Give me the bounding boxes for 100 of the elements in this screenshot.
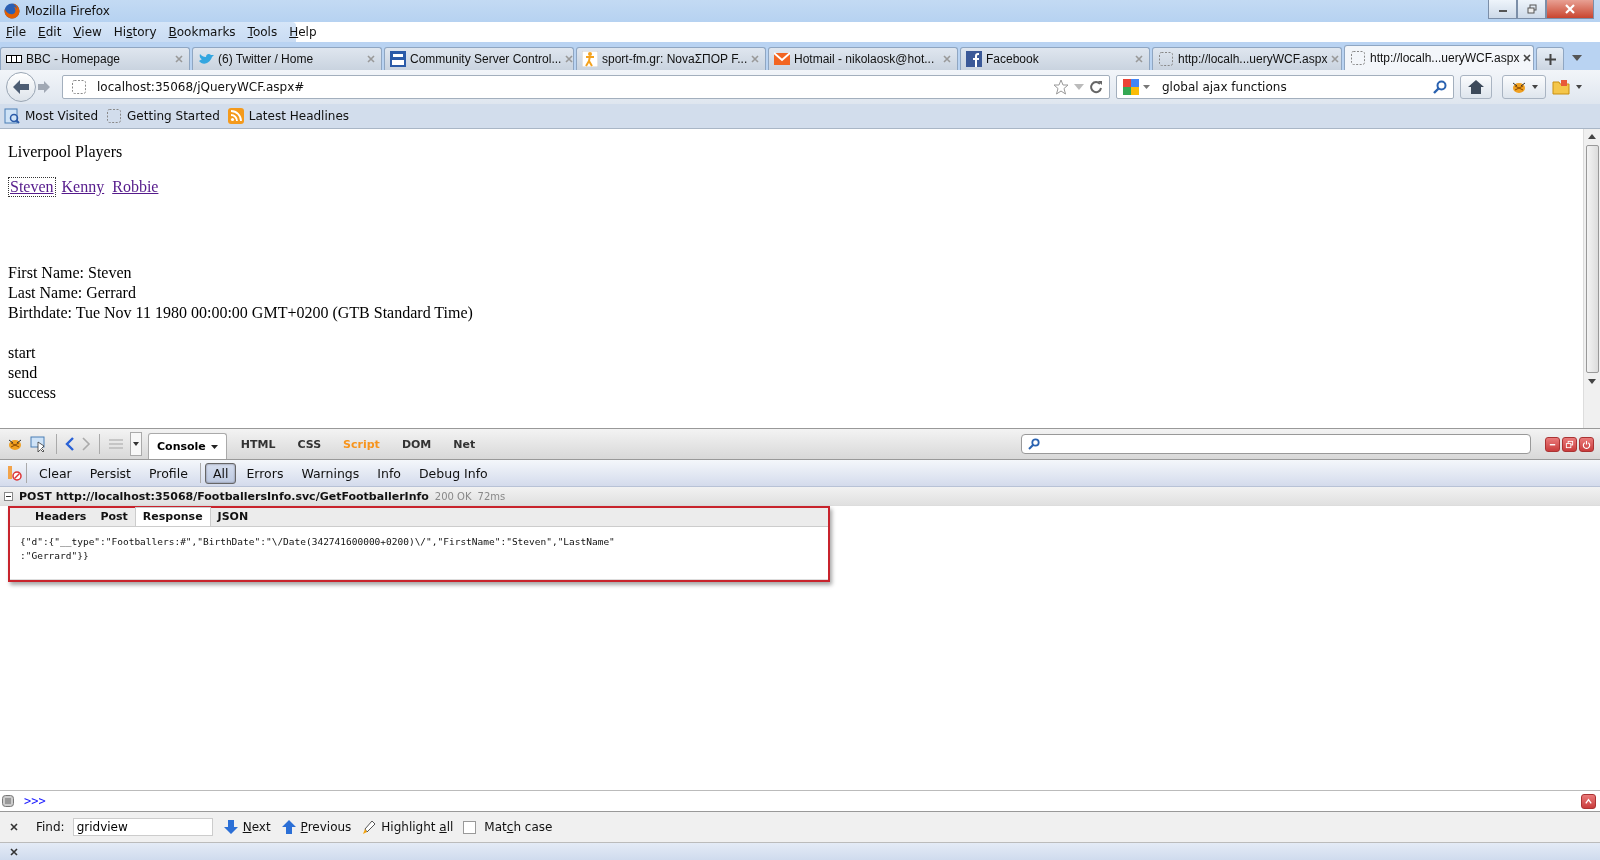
expand-toggle[interactable] xyxy=(4,491,13,501)
star-icon xyxy=(1053,79,1069,95)
list-icon xyxy=(108,438,124,450)
feed-icon xyxy=(227,108,244,124)
close-find-button[interactable] xyxy=(8,823,20,831)
tab-title: http://localh...ueryWCF.aspx xyxy=(1370,51,1520,65)
player-link[interactable]: Robbie xyxy=(110,177,161,197)
console-action[interactable]: Clear xyxy=(31,462,80,484)
tab-title: BBC - Homepage xyxy=(26,52,122,66)
console-action[interactable]: Persist xyxy=(81,462,140,484)
dropdown-arrow-icon xyxy=(1143,85,1150,89)
bookmark-item[interactable]: Latest Headlines xyxy=(227,108,351,124)
firefox-logo-icon xyxy=(4,3,20,19)
menu-item[interactable]: Bookmarks xyxy=(162,25,242,39)
player-link[interactable]: Kenny xyxy=(59,177,107,197)
runner-icon xyxy=(582,51,598,67)
dropdown-arrow-icon xyxy=(1532,85,1538,89)
filter-tab[interactable]: All xyxy=(204,462,237,484)
response-tab[interactable]: Headers xyxy=(28,508,94,526)
detail-text: Birthdate: Tue Nov 11 1980 00:00:00 GMT+0200 (GTB Standard Time) xyxy=(8,303,474,323)
menu-item[interactable]: History xyxy=(107,25,163,39)
address-bar[interactable]: localhost:35068/jQueryWCF.aspx# xyxy=(62,75,1110,99)
search-bar[interactable]: global ajax functions xyxy=(1116,75,1454,99)
forward-chevron-icon xyxy=(81,437,91,451)
bookmark-item[interactable]: Most Visited xyxy=(4,108,101,124)
page-heading: Liverpool Players xyxy=(8,143,124,161)
google-logo-icon xyxy=(1123,79,1139,95)
bug-icon xyxy=(6,437,24,451)
find-field[interactable]: gridview xyxy=(72,818,213,836)
browser-tab[interactable]: Hotmail - nikolaosk@hot... xyxy=(768,47,958,70)
close-button[interactable] xyxy=(1579,436,1594,452)
response-tab[interactable]: Post xyxy=(93,508,135,526)
expand-editor-button[interactable] xyxy=(1581,793,1596,809)
vertical-scrollbar[interactable] xyxy=(1583,129,1600,428)
up-arrow-icon xyxy=(280,819,297,835)
home-button[interactable] xyxy=(1460,75,1492,99)
dropdown-arrow-icon xyxy=(133,442,139,446)
response-tab[interactable]: JSON xyxy=(210,508,256,526)
response-body: {"d":{"__type":"Footballers:#","BirthDate":"\/Date(342741600000+0200)\/","FirstName":"Steven","LastName" :"Gerrard"}} xyxy=(10,527,828,580)
scrollbar-thumb[interactable] xyxy=(1585,145,1599,373)
player-link[interactable]: Steven xyxy=(8,177,56,197)
menu-item[interactable]: Help xyxy=(283,25,323,39)
browser-tab[interactable]: http://localh...ueryWCF.aspx xyxy=(1344,45,1534,70)
browser-tab[interactable]: Facebook xyxy=(960,47,1150,70)
close-addon-bar-button[interactable] xyxy=(8,847,20,856)
minimize-button[interactable] xyxy=(1488,0,1517,19)
request-url: POST http://localhost:35068/FootballersInfo.svc/GetFootballerInfo xyxy=(19,489,429,503)
menu-item[interactable]: View xyxy=(67,25,108,39)
tab-title: (6) Twitter / Home xyxy=(218,52,315,66)
browser-tab[interactable]: Community Server Control... xyxy=(384,47,574,70)
search-field[interactable] xyxy=(1021,434,1531,454)
blank-page-icon xyxy=(106,108,123,124)
match-case-checkbox[interactable]: Match case xyxy=(463,820,553,834)
bird-icon xyxy=(198,51,214,67)
panel-tab[interactable]: DOM xyxy=(393,429,440,459)
detach-button[interactable] xyxy=(1562,436,1577,452)
close-icon xyxy=(1135,55,1143,63)
filter-tab[interactable]: Info xyxy=(369,462,409,484)
close-button[interactable] xyxy=(1546,0,1594,19)
browser-tab[interactable]: (6) Twitter / Home xyxy=(192,47,382,70)
panel-tab[interactable]: Console xyxy=(148,433,227,459)
close-icon xyxy=(1331,55,1340,63)
console-action[interactable]: Profile xyxy=(141,462,196,484)
highlighter-icon xyxy=(361,819,378,835)
filter-tab[interactable]: Debug Info xyxy=(410,462,496,484)
close-icon xyxy=(1565,4,1575,14)
new-tab-button[interactable] xyxy=(1536,47,1564,70)
panel-tab[interactable]: HTML xyxy=(232,429,284,459)
response-tab[interactable]: Response xyxy=(134,507,211,526)
browser-tab[interactable]: BBC - Homepage xyxy=(0,47,190,70)
close-icon xyxy=(751,55,760,63)
filter-tab[interactable]: Warnings xyxy=(293,462,368,484)
find-button[interactable]: Highlight all xyxy=(361,819,454,835)
menu-item[interactable]: Tools xyxy=(241,25,284,39)
restore-button[interactable] xyxy=(1517,0,1546,19)
search-icon xyxy=(1433,80,1447,94)
reload-icon xyxy=(1089,80,1103,94)
browser-tab[interactable]: sport-fm.gr: NovaΣΠΟΡ F... xyxy=(576,47,766,70)
power-icon xyxy=(1582,439,1591,449)
dropdown-arrow-icon xyxy=(210,444,218,449)
firebug-button[interactable] xyxy=(1502,75,1546,99)
panel-tab[interactable]: CSS xyxy=(289,429,330,459)
back-chevron-icon xyxy=(65,437,75,451)
panel-tab[interactable]: Net xyxy=(445,429,484,459)
menu-item[interactable]: File xyxy=(0,25,33,39)
tab-title: Hotmail - nikolaosk@hot... xyxy=(794,52,936,66)
filter-tab[interactable]: Errors xyxy=(238,462,292,484)
bookmark-page-icon xyxy=(4,108,20,124)
menu-item[interactable]: Edit xyxy=(32,25,68,39)
close-icon xyxy=(943,55,951,63)
bookmark-item[interactable]: Getting Started xyxy=(106,108,222,124)
minimize-button[interactable] xyxy=(1545,436,1560,452)
panel-menu-button[interactable] xyxy=(130,432,142,456)
browser-tab[interactable]: http://localh...ueryWCF.aspx xyxy=(1152,47,1342,70)
close-icon xyxy=(10,847,18,856)
command-menu-icon xyxy=(2,795,14,807)
back-button[interactable] xyxy=(6,72,36,102)
expand-icon xyxy=(1584,796,1593,806)
find-button[interactable]: Next xyxy=(222,819,271,835)
find-button[interactable]: Previous xyxy=(280,819,352,835)
